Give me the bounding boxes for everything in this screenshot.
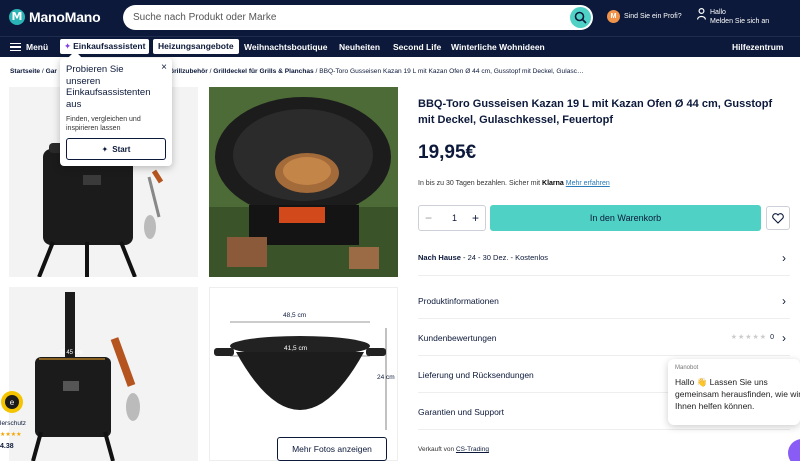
product-title: BBQ-Toro Gusseisen Kazan 19 L mit Kazan … — [418, 98, 773, 126]
sparkle-icon: ✦ — [101, 144, 109, 154]
chat-launcher-button[interactable] — [788, 439, 800, 461]
chatbot-text: Hallo 👋 Lassen Sie uns gemeinsam herausf… — [675, 377, 800, 411]
section-product-info-label: Produktinformationen — [418, 296, 499, 306]
popup-text: Finden, vergleichen und inspirieren lass… — [66, 116, 141, 132]
heart-icon — [772, 212, 784, 224]
popup-start-label: Start — [112, 144, 131, 154]
breadcrumb-gar[interactable]: Gar — [46, 68, 57, 75]
logo-text: ManoMano — [29, 9, 101, 25]
close-icon[interactable]: × — [161, 62, 167, 73]
trusted-shops-badge[interactable]: e lerschutz ★★★★ 4.38 — [0, 390, 30, 460]
top-bar: M ManoMano Suche nach Produkt oder Marke… — [0, 0, 800, 36]
product-price: 19,95€ — [418, 142, 477, 163]
dims-top: 48,5 cm — [283, 312, 307, 319]
seller-label: Verkauft von — [418, 446, 455, 453]
pro-icon: M — [607, 10, 620, 23]
pro-label: Sind Sie ein Profi? — [624, 13, 682, 20]
menu-icon — [10, 43, 21, 51]
dims-height: 24 cm — [377, 374, 395, 381]
klarna-more-link[interactable]: Mehr erfahren — [566, 180, 610, 187]
product-image-3[interactable]: Ø 45 cm — [9, 287, 198, 461]
quantity-stepper[interactable]: − 1 + — [418, 205, 486, 231]
section-product-info[interactable]: Produktinformationen › — [418, 283, 790, 319]
assistant-popup: × Probieren Sie unseren Einkaufsassisten… — [60, 58, 172, 166]
breadcrumb-grilldeckel[interactable]: Grilldeckel für Grills & Planchas — [213, 68, 313, 75]
chevron-right-icon: › — [782, 294, 786, 308]
add-to-cart-button[interactable]: In den Warenkorb — [490, 205, 761, 231]
product-image-2[interactable] — [209, 87, 398, 277]
nav-item-weihnachtsboutique[interactable]: Weihnachtsboutique — [244, 37, 327, 57]
search-placeholder: Suche nach Produkt oder Marke — [133, 12, 277, 23]
nav-item-winterliche-wohnideen[interactable]: Winterliche Wohnideen — [451, 37, 545, 57]
reviews-count: 0 — [770, 334, 774, 341]
kazan-dimensions-illustration — [31, 292, 140, 461]
shipping-row[interactable]: Nach Hause - 24 - 30 Dez. - Kostenlos › — [418, 240, 790, 276]
quantity-value: 1 — [451, 213, 457, 223]
user-signin: Melden Sie sich an — [710, 18, 770, 25]
rating-stars: ★★★★★ 0 — [730, 334, 774, 341]
kazan-outdoor-photo — [209, 87, 398, 277]
logo-icon: M — [9, 9, 25, 25]
nav-item-second-life[interactable]: Second Life — [393, 37, 441, 57]
section-reviews-label: Kundenbewertungen — [418, 333, 497, 343]
search-icon — [574, 11, 587, 24]
trust-label: lerschutz — [0, 420, 27, 427]
section-reviews[interactable]: Kundenbewertungen ★★★★★ 0 › — [418, 320, 790, 356]
trust-stars: ★★★★ — [0, 432, 22, 438]
popup-start-button[interactable]: ✦ Start — [66, 138, 166, 160]
sparkle-icon: ✦ — [64, 41, 72, 51]
product-image-4[interactable]: 48,5 cm 41,5 cm 24 cm — [209, 287, 398, 461]
chevron-right-icon: › — [782, 331, 786, 345]
user-greeting: Hallo — [710, 9, 726, 16]
klarna-text: In bis zu 30 Tagen bezahlen. Sicher mit — [418, 180, 541, 187]
menu-label: Menü — [26, 42, 49, 52]
section-warranty-label: Garantien und Support — [418, 407, 505, 417]
shipping-label: Nach Hause — [418, 253, 461, 262]
chatbot-message[interactable]: Manobot Hallo 👋 Lassen Sie uns gemeinsam… — [668, 359, 800, 425]
svg-text:e: e — [10, 398, 15, 407]
nav-item-hilfezentrum[interactable]: Hilfezentrum — [732, 37, 783, 57]
wishlist-button[interactable] — [766, 206, 790, 230]
trusted-shops-icon: e — [1, 391, 23, 413]
search-input[interactable]: Suche nach Produkt oder Marke — [123, 5, 593, 30]
breadcrumb-grillzubehoer[interactable]: Grillzubehör — [169, 68, 208, 75]
shipping-text: - 24 - 30 Dez. - Kostenlos — [460, 253, 549, 262]
nav-item-neuheiten[interactable]: Neuheiten — [339, 37, 380, 57]
section-delivery-label: Lieferung und Rücksendungen — [418, 370, 534, 380]
search-button[interactable] — [570, 7, 591, 28]
trust-rating: 4.38 — [0, 443, 14, 450]
pro-link[interactable]: M Sind Sie ein Profi? — [607, 10, 682, 23]
breadcrumb-start[interactable]: Startseite — [10, 68, 40, 75]
seller-link[interactable]: CS-Trading — [456, 446, 489, 453]
more-photos-button[interactable]: Mehr Fotos anzeigen — [277, 437, 387, 461]
breadcrumb-current: BBQ-Toro Gusseisen Kazan 19 L mit Kazan … — [319, 68, 584, 75]
klarna-brand: Klarna — [542, 180, 564, 187]
account-link[interactable]: Hallo Melden Sie sich an — [697, 8, 769, 26]
nav-item-heizungsangebote[interactable]: Heizungsangebote — [153, 39, 239, 54]
popup-title: Probieren Sie unseren Einkaufsassistente… — [66, 64, 151, 110]
increment-button[interactable]: + — [472, 211, 479, 225]
nav-bar: Menü ✦ Einkaufsassistent Heizungsangebote… — [0, 36, 800, 57]
logo[interactable]: M ManoMano — [9, 9, 101, 25]
menu-button[interactable]: Menü — [10, 37, 48, 57]
dims-mid: 41,5 cm — [284, 345, 308, 352]
chatbot-name: Manobot — [675, 365, 699, 371]
decrement-button[interactable]: − — [425, 205, 437, 231]
seller-info: Verkauft von CS-Trading — [418, 446, 489, 453]
chevron-right-icon: › — [782, 251, 786, 265]
klarna-info: In bis zu 30 Tagen bezahlen. Sicher mit … — [418, 180, 610, 187]
user-icon — [697, 8, 706, 20]
dims-diameter: Ø 45 cm — [60, 350, 83, 356]
